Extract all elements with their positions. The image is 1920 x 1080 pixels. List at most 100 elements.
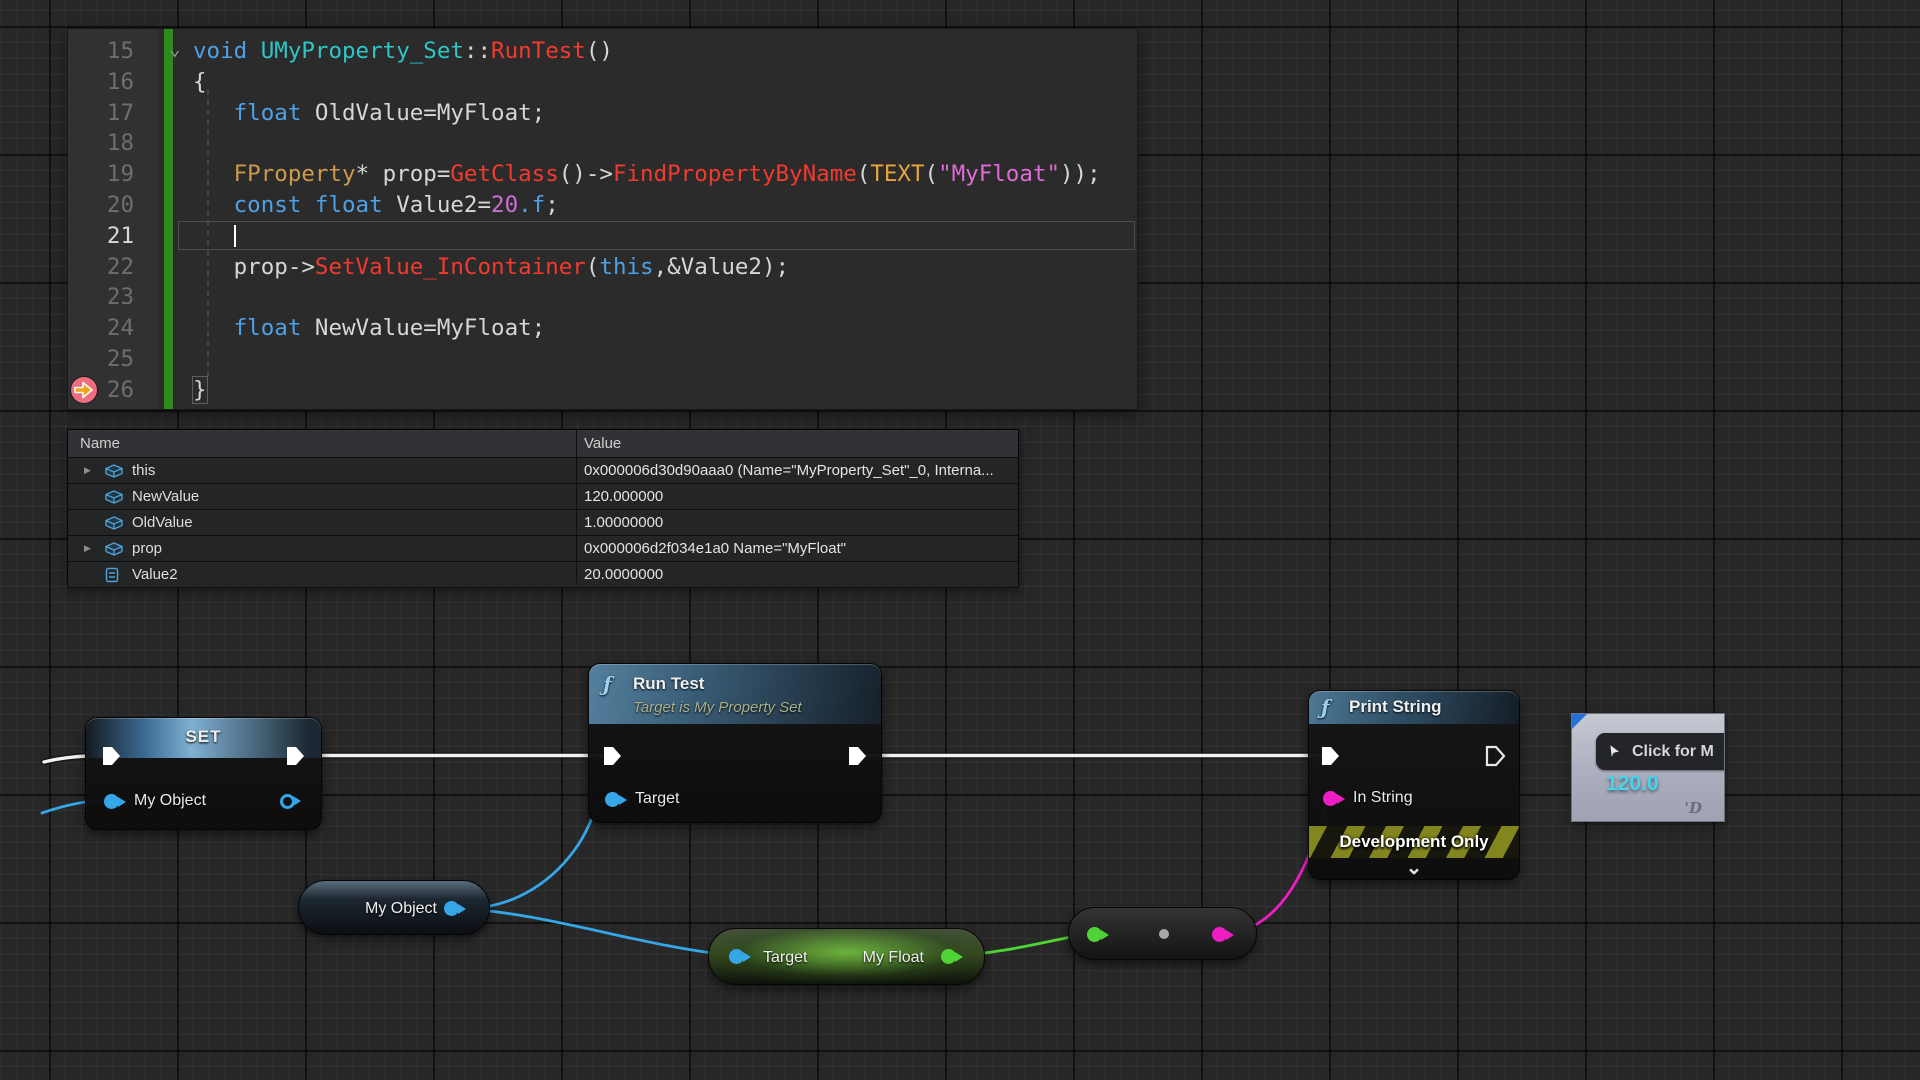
expander-icon[interactable]: ▶ bbox=[84, 465, 91, 476]
in-string-input-pin[interactable] bbox=[1323, 791, 1338, 806]
code-token: } bbox=[193, 377, 207, 403]
code-token: ( bbox=[586, 254, 600, 280]
line-number[interactable]: 19 bbox=[68, 159, 156, 190]
exec-output-pin[interactable] bbox=[1484, 745, 1507, 767]
development-only-banner: Development Only bbox=[1309, 826, 1519, 858]
variable-name: prop bbox=[132, 540, 162, 557]
run-test-node[interactable]: ƒ Run Test Target is My Property Set Tar… bbox=[588, 663, 882, 823]
line-number[interactable]: 18 bbox=[68, 128, 156, 159]
bubble-watermark: 'D bbox=[1684, 799, 1702, 817]
set-output-pin[interactable] bbox=[280, 794, 295, 809]
print-string-node-header[interactable]: ƒ Print String bbox=[1309, 691, 1519, 724]
code-token: const float bbox=[234, 192, 397, 218]
line-number[interactable]: 27 bbox=[68, 406, 156, 410]
code-token: ; bbox=[545, 192, 559, 218]
line-number[interactable]: 15 bbox=[68, 36, 156, 67]
my-object-getter-node[interactable]: My Object bbox=[298, 880, 490, 935]
watch-row[interactable]: ▶this0x000006d30d90aaa0 (Name="MyPropert… bbox=[68, 458, 1018, 484]
exec-input-pin[interactable] bbox=[1319, 745, 1342, 767]
code-token: OldValue=MyFloat; bbox=[315, 100, 545, 126]
print-string-node[interactable]: ƒ Print String In String Development Onl… bbox=[1308, 690, 1520, 880]
line-number[interactable]: 21 bbox=[68, 221, 156, 252]
float-to-string-conversion-node[interactable] bbox=[1068, 907, 1257, 960]
set-node[interactable]: SET My Object bbox=[85, 717, 322, 830]
code-token: ( bbox=[925, 161, 939, 187]
code-token: .f bbox=[518, 192, 545, 218]
code-text: } bbox=[193, 375, 207, 406]
column-header-value: Value bbox=[584, 430, 621, 457]
code-token: prop-> bbox=[193, 254, 315, 280]
click-for-more-button[interactable]: Click for M bbox=[1596, 733, 1725, 770]
code-token: FProperty bbox=[234, 161, 356, 187]
code-token: NewValue=MyFloat; bbox=[315, 315, 545, 341]
code-token: ,&Value2); bbox=[654, 254, 789, 280]
watch-row[interactable]: NewValue120.000000 bbox=[68, 484, 1018, 510]
watch-row[interactable]: OldValue1.00000000 bbox=[68, 510, 1018, 536]
code-token: () bbox=[586, 38, 613, 64]
code-token: UMyProperty_Set bbox=[261, 38, 464, 64]
expander-icon[interactable]: ▶ bbox=[84, 543, 91, 554]
code-editor-panel[interactable]: 15⌄void UMyProperty_Set::RunTest()16{17 … bbox=[67, 28, 1138, 410]
my-float-getter-node[interactable]: Target My Float bbox=[708, 928, 985, 985]
column-header-name: Name bbox=[80, 430, 120, 457]
code-line[interactable]: 16{ bbox=[68, 67, 1137, 98]
run-test-title: Run Test bbox=[633, 674, 704, 694]
conversion-output-pin[interactable] bbox=[1212, 927, 1227, 942]
code-line[interactable]: 24 float NewValue=MyFloat; bbox=[68, 313, 1137, 344]
column-divider[interactable] bbox=[576, 430, 577, 583]
line-number[interactable]: 16 bbox=[68, 67, 156, 98]
variable-value: 0x000006d2f034e1a0 Name="MyFloat" bbox=[584, 540, 846, 557]
code-text: FProperty* prop=GetClass()->FindProperty… bbox=[193, 159, 1101, 190]
object-wire-myobject-to-getter-target[interactable] bbox=[460, 909, 729, 956]
code-text: const float Value2=20.f; bbox=[193, 190, 559, 221]
code-line[interactable]: 23 bbox=[68, 282, 1137, 313]
exec-input-pin[interactable] bbox=[601, 745, 624, 767]
code-line[interactable]: 18 bbox=[68, 128, 1137, 159]
target-input-pin[interactable] bbox=[729, 949, 744, 964]
code-line[interactable]: 22 prop->SetValue_InContainer(this,&Valu… bbox=[68, 252, 1137, 283]
exec-output-pin[interactable] bbox=[284, 745, 307, 767]
exec-input-pin[interactable] bbox=[100, 745, 123, 767]
expand-chevron-down-icon[interactable]: ⌄ bbox=[1309, 861, 1519, 875]
object-variable-icon bbox=[104, 489, 124, 509]
click-for-more-label: Click for M bbox=[1632, 743, 1714, 761]
target-input-pin[interactable] bbox=[605, 792, 620, 807]
code-lines[interactable]: 15⌄void UMyProperty_Set::RunTest()16{17 … bbox=[68, 36, 1137, 410]
code-line[interactable]: 15⌄void UMyProperty_Set::RunTest() bbox=[68, 36, 1137, 67]
watch-row[interactable]: ▶ prop 0x000006d2f034e1a0 Name="MyFloat" bbox=[68, 536, 1018, 562]
execution-pointer-icon[interactable] bbox=[71, 377, 97, 403]
code-line[interactable]: 27 bbox=[68, 406, 1137, 410]
current-line-highlight bbox=[178, 221, 1135, 250]
line-number[interactable]: 17 bbox=[68, 98, 156, 129]
code-text: float OldValue=MyFloat; bbox=[193, 98, 545, 129]
watch-rows: ▶this0x000006d30d90aaa0 (Name="MyPropert… bbox=[68, 458, 1018, 588]
line-number[interactable]: 23 bbox=[68, 282, 156, 313]
exec-output-pin[interactable] bbox=[846, 745, 869, 767]
local-variable-icon bbox=[104, 567, 120, 587]
code-line[interactable]: 26} bbox=[68, 375, 1137, 406]
code-token: this bbox=[599, 254, 653, 280]
run-test-node-header[interactable]: ƒ Run Test Target is My Property Set bbox=[589, 664, 881, 724]
code-line[interactable]: 19 FProperty* prop=GetClass()->FindPrope… bbox=[68, 159, 1137, 190]
line-number[interactable]: 22 bbox=[68, 252, 156, 283]
code-token: ( bbox=[857, 161, 871, 187]
code-line[interactable]: 20 const float Value2=20.f; bbox=[68, 190, 1137, 221]
conversion-input-pin[interactable] bbox=[1087, 927, 1102, 942]
line-number[interactable]: 24 bbox=[68, 313, 156, 344]
variable-value: 1.00000000 bbox=[584, 514, 663, 531]
line-number[interactable]: 25 bbox=[68, 344, 156, 375]
my-float-output-pin[interactable] bbox=[941, 949, 956, 964]
variable-value: 0x000006d30d90aaa0 (Name="MyProperty_Set… bbox=[584, 462, 994, 479]
code-token: GetClass bbox=[450, 161, 558, 187]
code-line[interactable]: 25 bbox=[68, 344, 1137, 375]
code-token: )); bbox=[1060, 161, 1101, 187]
object-variable-icon bbox=[104, 463, 124, 483]
code-line[interactable]: 21 bbox=[68, 221, 1137, 252]
my-object-input-pin[interactable] bbox=[104, 794, 119, 809]
object-variable-icon bbox=[104, 515, 124, 535]
line-number[interactable]: 20 bbox=[68, 190, 156, 221]
code-line[interactable]: 17 float OldValue=MyFloat; bbox=[68, 98, 1137, 129]
variable-value: 120.000000 bbox=[584, 488, 663, 505]
watch-row[interactable]: Value220.0000000 bbox=[68, 562, 1018, 588]
my-object-output-pin[interactable] bbox=[444, 901, 459, 916]
